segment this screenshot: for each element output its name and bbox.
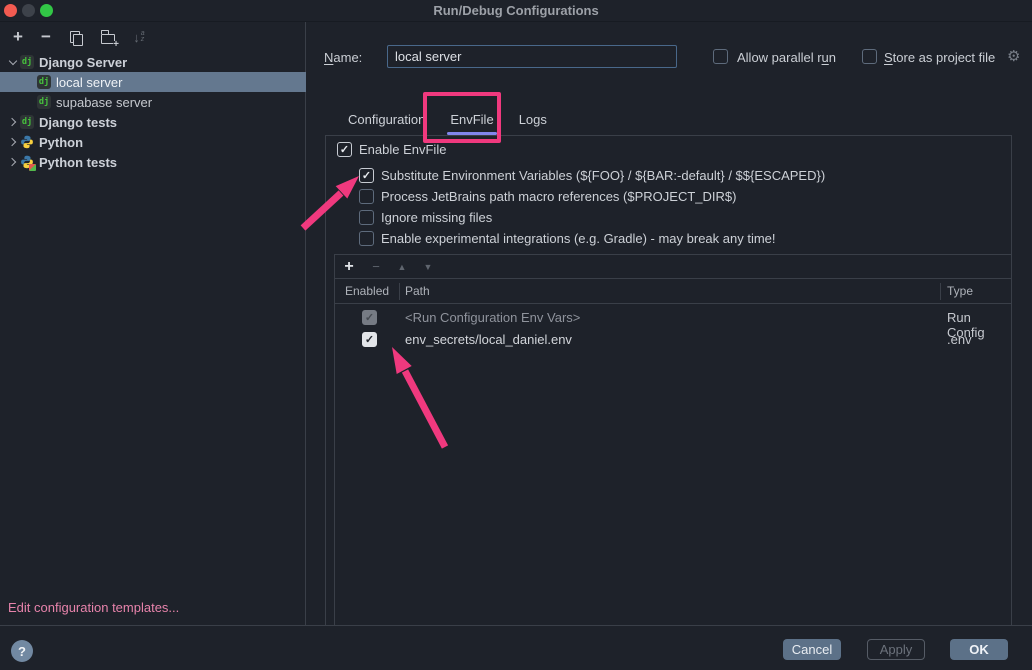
column-header-type[interactable]: Type xyxy=(947,284,973,298)
tree-item-label: Django Server xyxy=(39,55,127,70)
add-configuration-icon[interactable]: + xyxy=(4,26,32,48)
configuration-tabs: Configuration EnvFile Logs xyxy=(338,105,562,135)
move-down-icon[interactable]: ▼ xyxy=(415,262,441,272)
chevron-right-icon[interactable] xyxy=(6,159,20,165)
remove-configuration-icon[interactable]: − xyxy=(32,26,60,48)
python-tests-icon xyxy=(20,155,34,169)
dialog-footer: ? Cancel Apply OK xyxy=(0,625,1032,670)
row-enabled-checkbox[interactable]: ✓ xyxy=(362,332,377,347)
django-tests-icon: dj xyxy=(20,115,34,129)
row-enabled-checkbox-disabled: ✓ xyxy=(362,310,377,325)
chevron-down-icon[interactable] xyxy=(6,60,20,64)
table-row-run-config-env-vars[interactable]: ✓ <Run Configuration Env Vars> Run Confi… xyxy=(335,307,1011,329)
tab-envfile[interactable]: EnvFile xyxy=(440,105,503,135)
tree-item-python[interactable]: Python xyxy=(0,132,306,152)
row-path: <Run Configuration Env Vars> xyxy=(405,310,580,325)
python-icon xyxy=(20,135,34,149)
experimental-integrations-label: Enable experimental integrations (e.g. G… xyxy=(381,231,776,246)
apply-button: Apply xyxy=(867,639,925,660)
substitute-env-vars-label: Substitute Environment Variables (${FOO}… xyxy=(381,168,825,183)
move-up-icon[interactable]: ▲ xyxy=(389,262,415,272)
store-as-project-file-label: Store as project file xyxy=(884,50,995,65)
tree-item-django-server[interactable]: dj Django Server xyxy=(0,52,306,72)
ok-button[interactable]: OK xyxy=(950,639,1008,660)
edit-configuration-templates-link[interactable]: Edit configuration templates... xyxy=(8,600,179,615)
store-options-gear-icon[interactable]: ⚙ xyxy=(1007,47,1020,65)
cancel-button[interactable]: Cancel xyxy=(783,639,841,660)
new-folder-icon[interactable] xyxy=(92,26,124,48)
env-files-toolbar: + − ▲ ▼ xyxy=(335,255,1011,279)
sort-letter-z: z xyxy=(141,37,145,43)
allow-parallel-run-label: Allow parallel run xyxy=(737,50,836,65)
chevron-right-icon[interactable] xyxy=(6,119,20,125)
tree-item-label: Django tests xyxy=(39,115,117,130)
remove-env-file-icon[interactable]: − xyxy=(363,259,389,274)
sidebar-toolbar: + − ↓ az xyxy=(0,22,305,52)
tree-item-label: Python tests xyxy=(39,155,117,170)
column-header-path[interactable]: Path xyxy=(405,284,430,298)
django-icon: dj xyxy=(37,75,51,89)
tab-configuration[interactable]: Configuration xyxy=(338,105,435,135)
tree-item-python-tests[interactable]: Python tests xyxy=(0,152,306,172)
window-title: Run/Debug Configurations xyxy=(0,3,1032,18)
store-as-project-file-checkbox[interactable]: ✓ xyxy=(862,49,877,64)
tree-item-local-server[interactable]: dj local server xyxy=(0,72,306,92)
configurations-tree: dj Django Server dj local server dj supa… xyxy=(0,52,305,172)
tab-logs[interactable]: Logs xyxy=(509,105,557,135)
test-badge-icon xyxy=(29,164,36,171)
substitute-env-vars-checkbox[interactable]: ✓ xyxy=(359,168,374,183)
row-type: .env xyxy=(947,332,972,347)
title-bar: Run/Debug Configurations xyxy=(0,0,1032,22)
tree-item-supabase-server[interactable]: dj supabase server xyxy=(0,92,306,112)
tree-item-label: Python xyxy=(39,135,83,150)
table-header-row: Enabled Path Type xyxy=(335,280,1011,304)
process-path-macro-label: Process JetBrains path macro references … xyxy=(381,189,736,204)
process-path-macro-checkbox[interactable]: ✓ xyxy=(359,189,374,204)
sort-configurations-icon[interactable]: ↓ az xyxy=(124,26,154,48)
copy-icon xyxy=(70,31,82,44)
add-env-file-icon[interactable]: + xyxy=(335,258,363,276)
env-files-table: + − ▲ ▼ Enabled Path Type ✓ <Run Configu… xyxy=(334,254,1012,626)
experimental-integrations-checkbox[interactable]: ✓ xyxy=(359,231,374,246)
django-icon: dj xyxy=(20,55,34,69)
ignore-missing-files-checkbox[interactable]: ✓ xyxy=(359,210,374,225)
ignore-missing-files-label: Ignore missing files xyxy=(381,210,492,225)
sort-arrow-icon: ↓ xyxy=(133,30,140,45)
chevron-right-icon[interactable] xyxy=(6,139,20,145)
column-header-enabled[interactable]: Enabled xyxy=(345,284,389,298)
tree-item-label: local server xyxy=(56,75,122,90)
name-input[interactable] xyxy=(387,45,677,68)
tree-item-label: supabase server xyxy=(56,95,152,110)
copy-configuration-icon[interactable] xyxy=(60,26,92,48)
allow-parallel-run-checkbox[interactable]: ✓ xyxy=(713,49,728,64)
configurations-sidebar: + − ↓ az dj Django Server dj local serve… xyxy=(0,22,306,625)
row-path: env_secrets/local_daniel.env xyxy=(405,332,572,347)
help-button[interactable]: ? xyxy=(11,640,33,662)
folder-plus-icon xyxy=(101,34,115,44)
name-label: Name: xyxy=(324,50,362,65)
envfile-tab-panel: ✓ Enable EnvFile ✓ Substitute Environmen… xyxy=(325,135,1012,627)
tree-item-django-tests[interactable]: dj Django tests xyxy=(0,112,306,132)
django-icon: dj xyxy=(37,95,51,109)
enable-envfile-label: Enable EnvFile xyxy=(359,142,446,157)
table-row-env-secrets-file[interactable]: ✓ env_secrets/local_daniel.env .env xyxy=(335,329,1011,351)
enable-envfile-checkbox[interactable]: ✓ xyxy=(337,142,352,157)
